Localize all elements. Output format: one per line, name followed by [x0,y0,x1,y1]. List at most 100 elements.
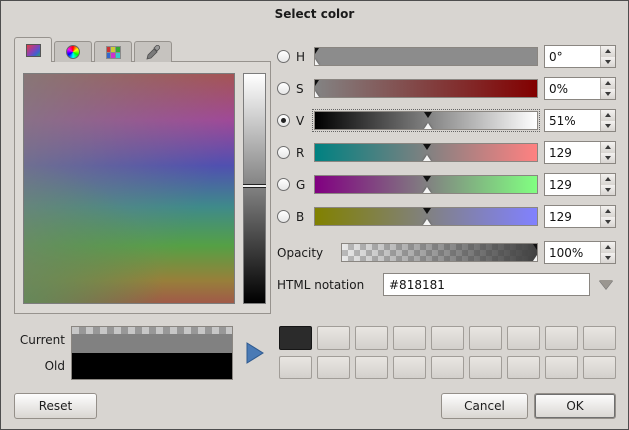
green-spinbox-input[interactable] [545,174,600,195]
chevron-down-icon[interactable] [596,280,616,289]
palette-swatch[interactable] [583,326,616,350]
radio-g[interactable] [277,178,290,191]
radio-v[interactable] [277,114,290,127]
palette-swatch[interactable] [393,326,426,350]
tab-eyedropper[interactable] [134,41,172,62]
spin-up-icon[interactable] [601,78,615,89]
radio-s[interactable] [277,82,290,95]
selector-tabs [14,37,172,62]
channel-row-s: S [277,77,616,100]
palette-swatch[interactable] [545,326,578,350]
spin-up-icon[interactable] [601,142,615,153]
blue-spinbox-input[interactable] [545,206,600,227]
html-notation-input[interactable] [383,273,590,296]
spin-down-icon[interactable] [601,121,615,132]
cancel-button[interactable]: Cancel [441,393,528,419]
add-to-palette-button[interactable] [239,332,271,374]
green-slider[interactable] [314,175,538,194]
radio-r[interactable] [277,146,290,159]
palette-swatch[interactable] [469,326,502,350]
gimp-selector-icon [26,44,41,57]
palette-swatch[interactable] [317,326,350,350]
value-slider[interactable] [314,111,538,130]
saturation-spinbox [544,77,616,100]
spin-up-icon[interactable] [601,242,615,253]
hue-spinbox-input[interactable] [545,46,600,67]
radio-b[interactable] [277,210,290,223]
palette-swatch[interactable] [507,356,540,380]
saturation-slider[interactable] [314,79,538,98]
value-bar[interactable] [243,73,266,304]
selector-notebook [14,61,271,314]
palette-swatch[interactable] [355,356,388,380]
spin-down-icon[interactable] [601,253,615,264]
spin-up-icon[interactable] [601,174,615,185]
palette-swatch[interactable] [279,326,312,350]
channel-label: B [296,210,308,224]
palette-swatch[interactable] [279,356,312,380]
channel-label: H [296,50,308,64]
tab-gimp-selector[interactable] [14,37,52,62]
slider-marker [423,187,431,193]
color-preview [71,326,233,380]
palette-swatch[interactable] [393,356,426,380]
palette-swatch[interactable] [431,326,464,350]
radio-h[interactable] [277,50,290,63]
palette-swatch[interactable] [317,356,350,380]
palette-icon [106,46,121,59]
palette-swatch[interactable] [431,356,464,380]
hue-slider[interactable] [314,47,538,66]
current-label: Current [13,333,65,347]
html-notation-row: HTML notation [277,273,616,296]
palette-swatch[interactable] [583,356,616,380]
opacity-spinbox-input[interactable] [545,242,600,263]
window-title: Select color [1,1,628,27]
opacity-label: Opacity [277,246,335,260]
red-spinbox [544,141,616,164]
palette-swatch[interactable] [469,356,502,380]
value-spinbox-input[interactable] [545,110,600,131]
spin-down-icon[interactable] [601,89,615,100]
spin-down-icon[interactable] [601,153,615,164]
value-spinbox [544,109,616,132]
palette-swatch[interactable] [355,326,388,350]
tab-palette[interactable] [94,41,132,62]
palette-swatch[interactable] [545,356,578,380]
saturation-spinbox-input[interactable] [545,78,600,99]
slider-marker [423,144,431,150]
reset-button[interactable]: Reset [14,393,97,419]
current-color-swatch [72,327,232,353]
spin-up-icon[interactable] [601,206,615,217]
spin-down-icon[interactable] [601,217,615,228]
slider-marker [314,48,319,54]
tab-color-wheel[interactable] [54,41,92,62]
color-wheel-icon [66,45,80,59]
spin-up-icon[interactable] [601,110,615,121]
slider-marker [423,155,431,161]
channel-row-r: R [277,141,616,164]
palette-swatch[interactable] [507,326,540,350]
red-spinbox-input[interactable] [545,142,600,163]
spin-down-icon[interactable] [601,185,615,196]
red-slider[interactable] [314,143,538,162]
slider-marker [423,219,431,225]
slider-marker [533,255,538,261]
alpha-checker [72,327,232,334]
ok-button[interactable]: OK [534,393,616,419]
slider-marker [533,244,538,250]
hue-spinbox [544,45,616,68]
eyedropper-icon [146,45,161,60]
select-color-dialog: Select color H [0,0,629,430]
slider-marker [314,91,319,97]
opacity-slider[interactable] [341,243,538,262]
spin-down-icon[interactable] [601,57,615,68]
palette-grid [279,326,616,379]
opacity-spinbox [544,241,616,264]
channel-row-h: H [277,45,616,68]
spin-up-icon[interactable] [601,46,615,57]
hue-saturation-square[interactable] [23,73,235,304]
slider-marker [424,112,432,118]
right-arrow-icon [246,341,264,365]
slider-marker [314,80,319,86]
blue-slider[interactable] [314,207,538,226]
